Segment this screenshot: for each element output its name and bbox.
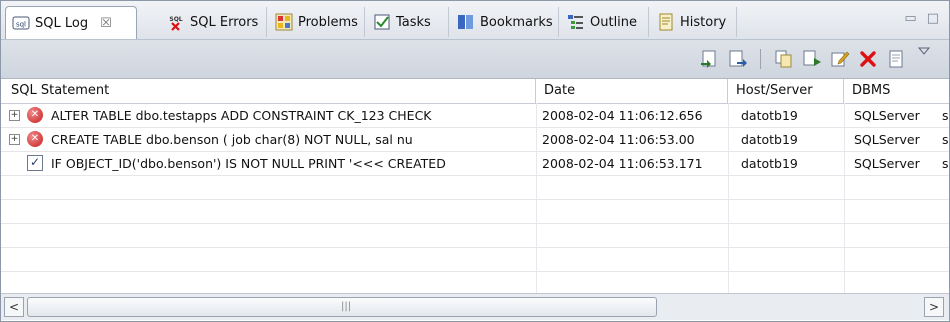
tab-bookmarks[interactable]: Bookmarks <box>451 7 559 37</box>
tab-label: Bookmarks <box>480 14 553 30</box>
sql-log-table: SQL Statement Date Host/Server DBMS + ✕ … <box>1 79 949 293</box>
view-controls: ▭ □ <box>904 11 939 26</box>
view-toolbar <box>1 40 949 79</box>
scrollbar-grip: ||| <box>341 301 352 312</box>
run-statement-icon[interactable] <box>801 48 823 70</box>
properties-icon[interactable] <box>885 48 907 70</box>
outline-icon <box>567 13 585 31</box>
tab-bar: sql SQL Log ☒ SQL SQL Errors Problems Ta… <box>1 1 949 40</box>
date-cell: 2008-02-04 11:06:12.656 <box>542 108 703 123</box>
column-header-date[interactable]: Date <box>536 79 728 103</box>
toolbar-separator <box>760 49 761 69</box>
tab-sql-errors[interactable]: SQL SQL Errors <box>161 7 267 37</box>
host-cell: datotb19 <box>741 156 798 171</box>
sql-statement-cell: ALTER TABLE dbo.testapps ADD CONSTRAINT … <box>51 108 432 123</box>
error-status-icon: ✕ <box>27 107 43 123</box>
empty-row <box>1 200 949 224</box>
host-cell: datotb19 <box>741 132 798 147</box>
history-icon <box>657 13 675 31</box>
column-divider <box>844 103 845 293</box>
empty-row <box>1 224 949 248</box>
table-row[interactable]: + ✕ ALTER TABLE dbo.testapps ADD CONSTRA… <box>1 104 949 128</box>
sql-errors-icon: SQL <box>167 13 185 31</box>
tab-sql-log[interactable]: sql SQL Log ☒ <box>5 6 137 39</box>
delete-icon[interactable] <box>857 48 879 70</box>
tab-label: SQL Errors <box>190 14 259 30</box>
table-row[interactable]: ✓ IF OBJECT_ID('dbo.benson') IS NOT NULL… <box>1 152 949 176</box>
import-log-icon[interactable] <box>698 48 720 70</box>
edit-statement-icon[interactable] <box>829 48 851 70</box>
date-cell: 2008-02-04 11:06:53.00 <box>542 132 695 147</box>
dbms-cell: SQLServer <box>854 108 920 123</box>
horizontal-scrollbar[interactable]: < ||| > <box>1 293 949 320</box>
export-log-icon[interactable] <box>726 48 748 70</box>
tab-label: Problems <box>298 14 358 30</box>
copy-statement-icon[interactable] <box>773 48 795 70</box>
expand-row-icon[interactable]: + <box>9 134 20 145</box>
empty-row <box>1 176 949 200</box>
truncated-cell: s <box>942 156 949 171</box>
sql-log-icon: sql <box>12 14 30 32</box>
expand-row-icon[interactable]: + <box>9 110 20 121</box>
empty-row <box>1 248 949 272</box>
column-divider <box>536 103 537 293</box>
dbms-cell: SQLServer <box>854 156 920 171</box>
scroll-right-button[interactable]: > <box>924 297 944 317</box>
success-check-icon: ✓ <box>27 155 43 171</box>
tasks-icon <box>373 13 391 31</box>
problems-icon <box>275 13 293 31</box>
column-header-dbms[interactable]: DBMS <box>844 79 949 103</box>
dbms-cell: SQLServer <box>854 132 920 147</box>
minimize-view-icon[interactable]: ▭ <box>904 11 916 26</box>
toolbar-actions <box>698 47 935 70</box>
tab-outline[interactable]: Outline <box>561 7 649 37</box>
tab-label: History <box>680 14 727 30</box>
scroll-left-button[interactable]: < <box>4 297 24 317</box>
host-cell: datotb19 <box>741 108 798 123</box>
column-header-host-server[interactable]: Host/Server <box>728 79 844 103</box>
table-row[interactable]: + ✕ CREATE TABLE dbo.benson ( job char(8… <box>1 128 949 152</box>
scrollbar-thumb[interactable]: ||| <box>27 297 657 317</box>
bookmarks-icon <box>457 13 475 31</box>
sql-statement-cell: IF OBJECT_ID('dbo.benson') IS NOT NULL P… <box>51 156 446 171</box>
view-menu-chevron-down-icon[interactable] <box>913 40 935 62</box>
svg-text:sql: sql <box>16 21 26 29</box>
tab-label: SQL Log <box>35 15 89 31</box>
truncated-cell: s <box>942 108 949 123</box>
column-divider <box>728 103 729 293</box>
close-tab-icon[interactable]: ☒ <box>100 16 112 31</box>
truncated-cell: s <box>942 132 949 147</box>
tab-problems[interactable]: Problems <box>269 7 365 37</box>
error-status-icon: ✕ <box>27 131 43 147</box>
column-header-sql-statement[interactable]: SQL Statement <box>1 79 536 103</box>
maximize-view-icon[interactable]: □ <box>927 11 939 26</box>
tab-label: Outline <box>590 14 638 30</box>
tab-history[interactable]: History <box>651 7 737 37</box>
sql-log-view: sql SQL Log ☒ SQL SQL Errors Problems Ta… <box>0 0 950 322</box>
sql-statement-cell: CREATE TABLE dbo.benson ( job char(8) NO… <box>51 132 413 147</box>
tab-tasks[interactable]: Tasks <box>367 7 449 37</box>
date-cell: 2008-02-04 11:06:53.171 <box>542 156 703 171</box>
table-header: SQL Statement Date Host/Server DBMS <box>1 79 949 104</box>
svg-text:SQL: SQL <box>169 16 182 23</box>
tab-label: Tasks <box>396 14 431 30</box>
